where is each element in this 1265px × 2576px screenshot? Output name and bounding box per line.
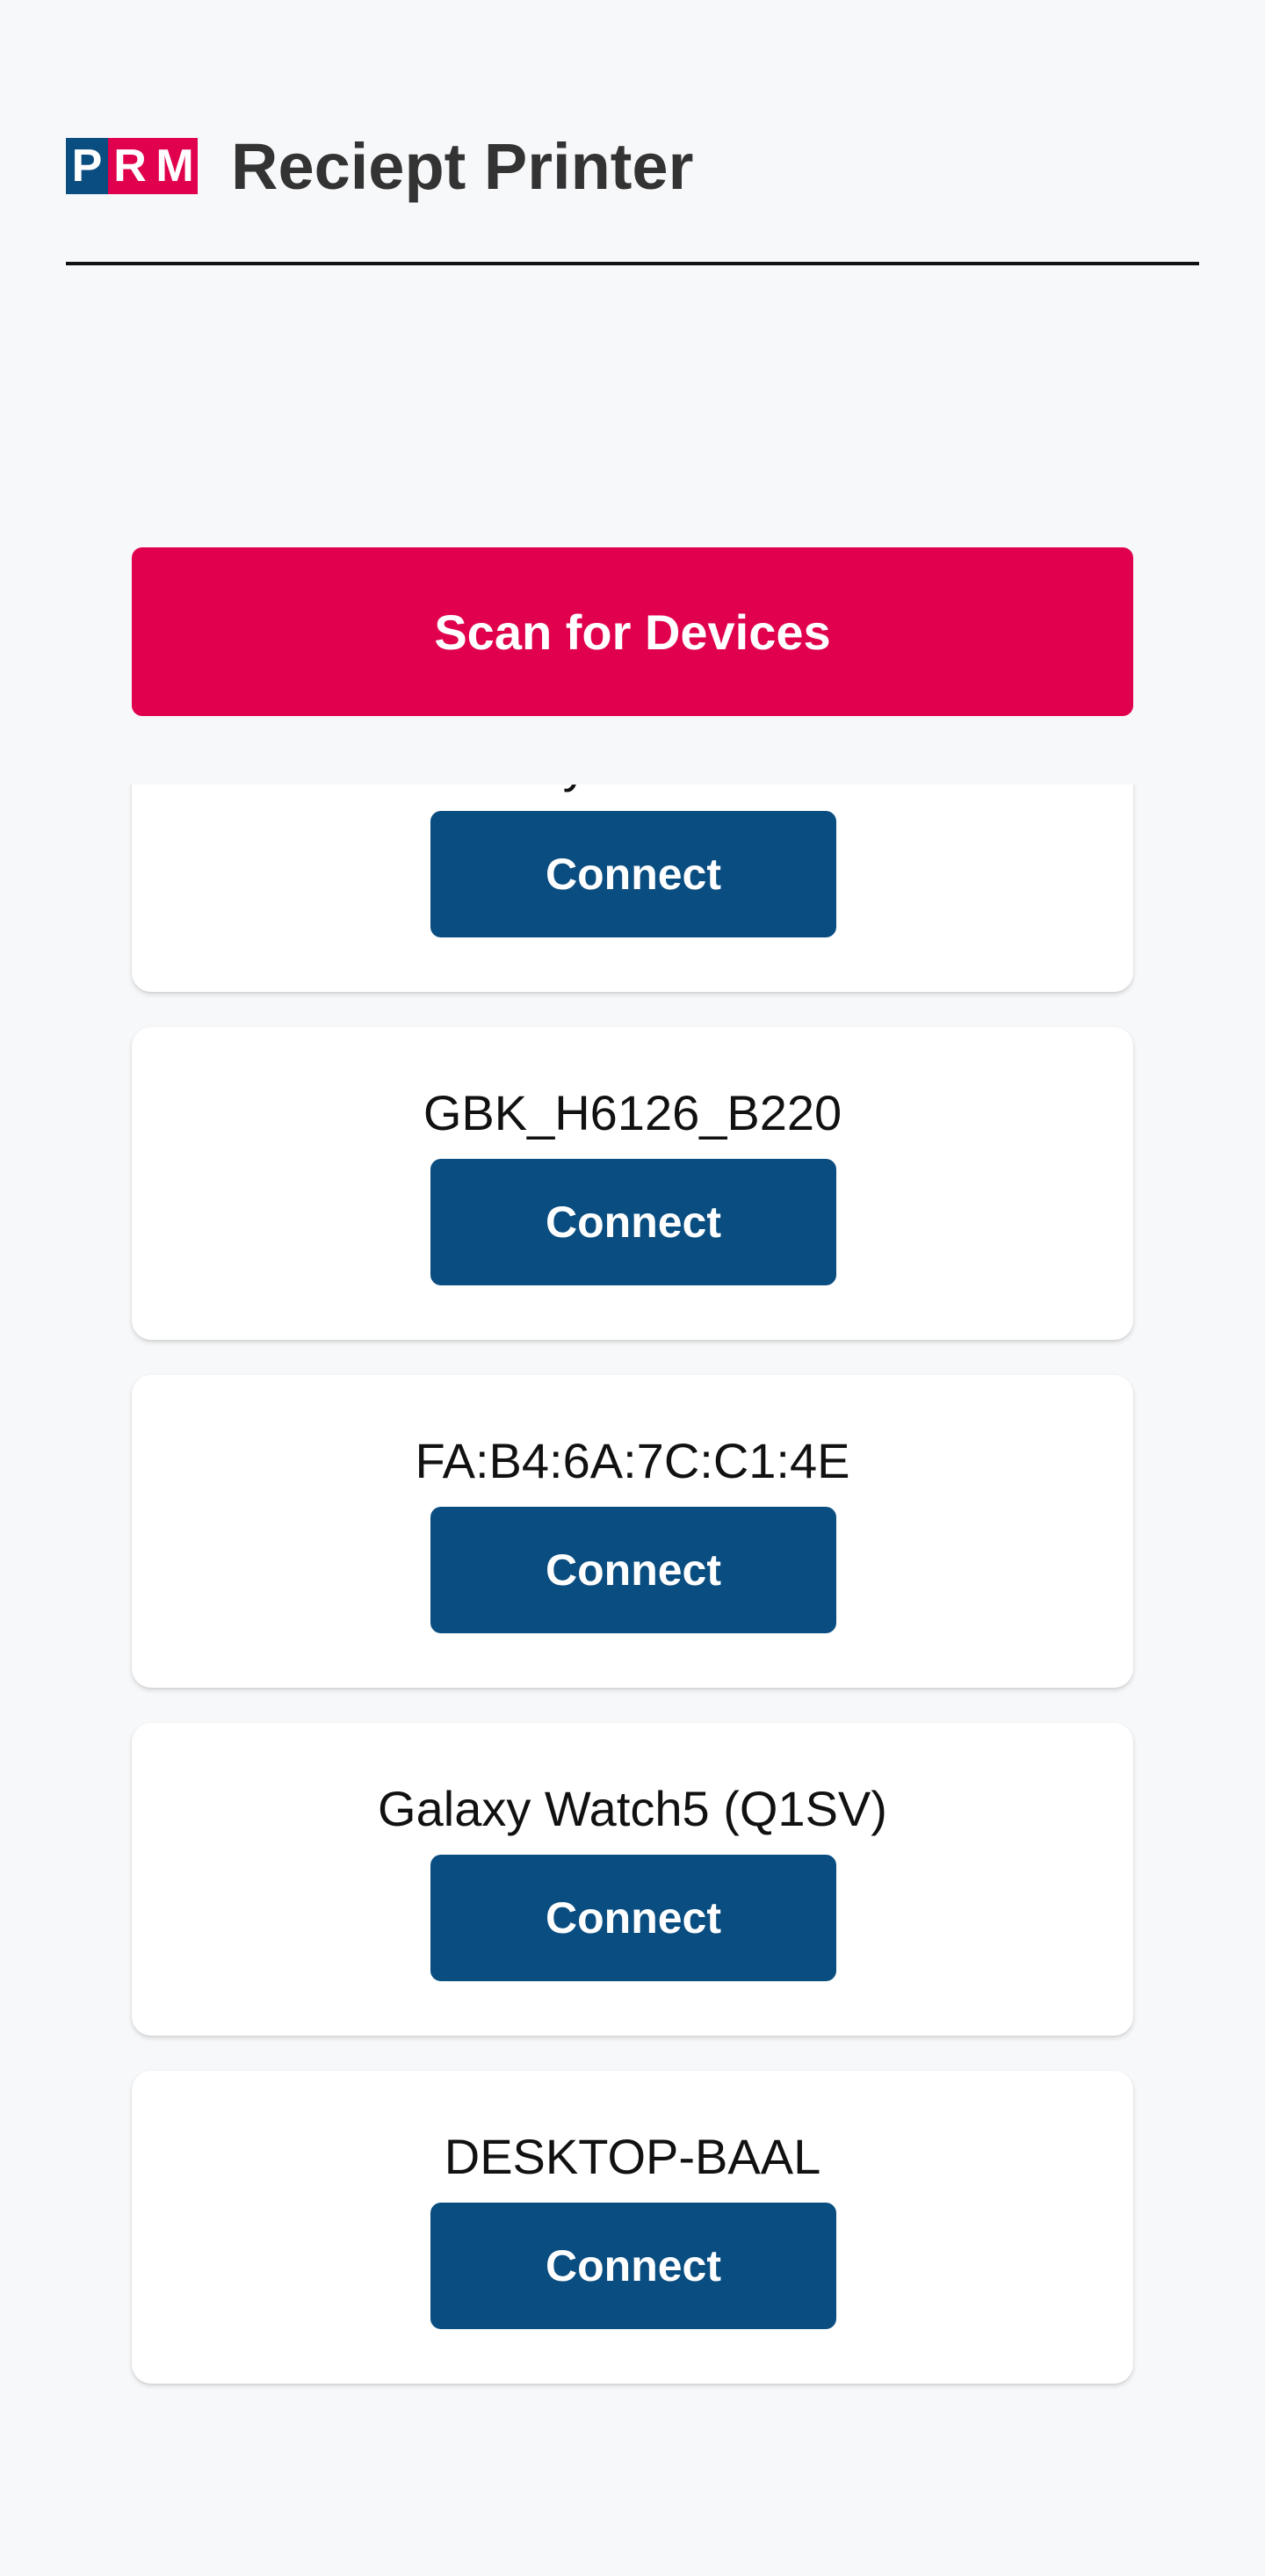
connect-button[interactable]: Connect: [430, 811, 836, 937]
device-card: Galaxy Buds2 Pro Connect: [132, 785, 1133, 992]
device-card: FA:B4:6A:7C:C1:4E Connect: [132, 1375, 1133, 1688]
device-name: DESKTOP-BAAL: [444, 2129, 821, 2184]
page-title: Reciept Printer: [231, 130, 694, 203]
device-card: GBK_H6126_B220 Connect: [132, 1027, 1133, 1340]
device-card: Galaxy Watch5 (Q1SV) Connect: [132, 1723, 1133, 2036]
prm-logo: P R M: [66, 138, 198, 194]
device-list-viewport[interactable]: Galaxy Buds2 Pro Connect GBK_H6126_B220 …: [123, 785, 1142, 2542]
connect-button[interactable]: Connect: [430, 1159, 836, 1285]
scan-for-devices-button[interactable]: Scan for Devices: [132, 547, 1133, 716]
device-card: DESKTOP-BAAL Connect: [132, 2071, 1133, 2384]
app-header: P R M Reciept Printer: [66, 132, 1199, 264]
connect-button[interactable]: Connect: [430, 1507, 836, 1633]
logo-letter-r: R: [108, 138, 152, 194]
device-name: FA:B4:6A:7C:C1:4E: [415, 1433, 850, 1488]
device-name: Galaxy Buds2 Pro: [132, 785, 1133, 799]
device-name: GBK_H6126_B220: [423, 1085, 842, 1140]
logo-letter-m: M: [152, 138, 198, 194]
device-list: Galaxy Buds2 Pro Connect GBK_H6126_B220 …: [132, 785, 1133, 2419]
connect-button[interactable]: Connect: [430, 2203, 836, 2329]
device-name: Galaxy Watch5 (Q1SV): [378, 1781, 887, 1836]
header-divider: [66, 262, 1199, 265]
logo-letter-p: P: [66, 138, 108, 194]
connect-button[interactable]: Connect: [430, 1855, 836, 1981]
